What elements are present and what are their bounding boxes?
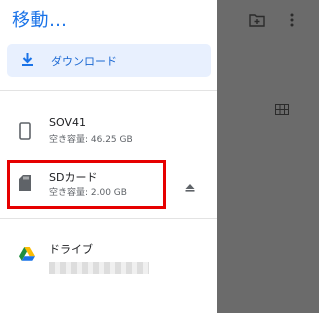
move-to-drawer: 移動… ダウンロード SOV41 空き容量: 46.25 GB SDカード 空き…	[0, 0, 217, 313]
storage-item-sov41[interactable]: SOV41 空き容量: 46.25 GB	[7, 111, 211, 151]
background-scrim[interactable]	[217, 0, 319, 313]
cloud-name: ドライブ	[49, 243, 93, 256]
dialog-title: 移動…	[12, 10, 68, 31]
grid-view-icon[interactable]	[275, 100, 289, 119]
phone-icon	[19, 122, 31, 144]
more-options-icon[interactable]	[290, 12, 294, 31]
google-drive-icon	[19, 246, 35, 265]
divider	[0, 90, 217, 91]
divider	[0, 218, 217, 219]
storage-name: SOV41	[49, 116, 86, 129]
downloads-item[interactable]: ダウンロード	[7, 44, 211, 77]
downloads-label: ダウンロード	[51, 55, 117, 68]
eject-icon[interactable]	[185, 177, 195, 196]
download-icon	[21, 52, 34, 71]
new-folder-icon[interactable]	[249, 12, 265, 31]
storage-free-space: 空き容量: 46.25 GB	[49, 135, 133, 145]
redacted-account	[49, 262, 149, 274]
highlight-box	[7, 160, 166, 209]
